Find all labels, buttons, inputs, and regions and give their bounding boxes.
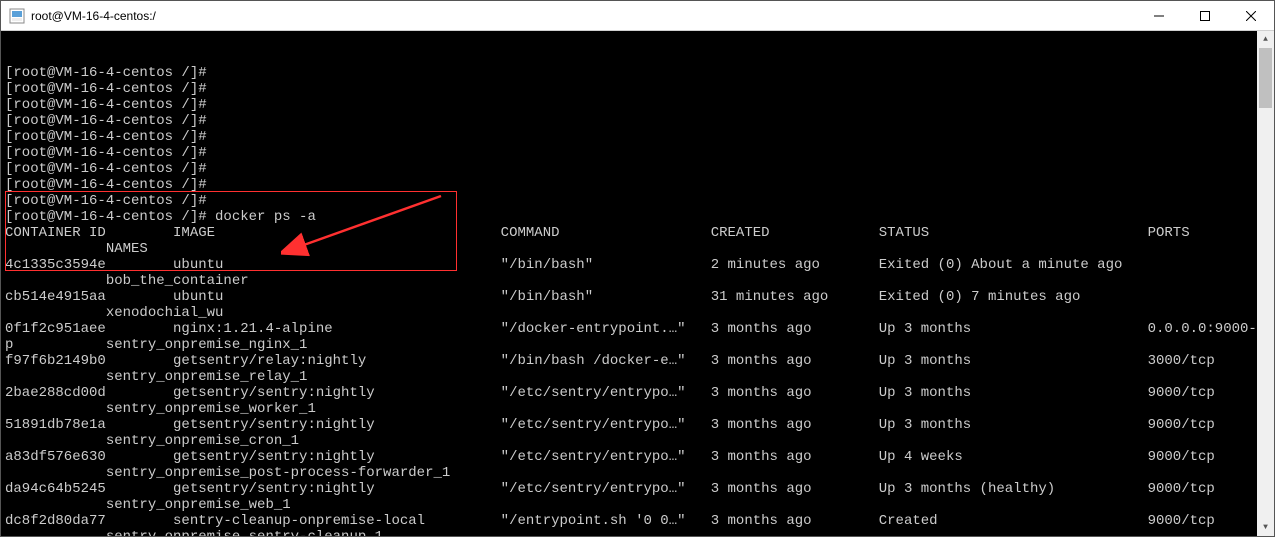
terminal-line: bob_the_container [5, 273, 1270, 289]
titlebar[interactable]: root@VM-16-4-centos:/ [1, 1, 1274, 31]
terminal-output: [root@VM-16-4-centos /]#[root@VM-16-4-ce… [5, 65, 1270, 536]
terminal-line: da94c64b5245 getsentry/sentry:nightly "/… [5, 481, 1270, 497]
scroll-thumb[interactable] [1259, 48, 1272, 108]
terminal-line: [root@VM-16-4-centos /]# [5, 177, 1270, 193]
maximize-button[interactable] [1182, 1, 1228, 31]
terminal-line: [root@VM-16-4-centos /]# [5, 129, 1270, 145]
scroll-up-button[interactable]: ▲ [1257, 31, 1274, 48]
terminal-line: cb514e4915aa ubuntu "/bin/bash" 31 minut… [5, 289, 1270, 305]
terminal-line: a83df576e630 getsentry/sentry:nightly "/… [5, 449, 1270, 465]
terminal-line: [root@VM-16-4-centos /]# [5, 65, 1270, 81]
terminal-line: dc8f2d80da77 sentry-cleanup-onpremise-lo… [5, 513, 1270, 529]
terminal-line: p sentry_onpremise_nginx_1 [5, 337, 1270, 353]
terminal-line: f97f6b2149b0 getsentry/relay:nightly "/b… [5, 353, 1270, 369]
terminal-line: sentry_onpremise_post-process-forwarder_… [5, 465, 1270, 481]
terminal-line: 2bae288cd00d getsentry/sentry:nightly "/… [5, 385, 1270, 401]
terminal-line: [root@VM-16-4-centos /]# [5, 81, 1270, 97]
terminal-line: sentry_onpremise_worker_1 [5, 401, 1270, 417]
terminal-line: 51891db78e1a getsentry/sentry:nightly "/… [5, 417, 1270, 433]
terminal-line: [root@VM-16-4-centos /]# [5, 113, 1270, 129]
terminal-line: xenodochial_wu [5, 305, 1270, 321]
terminal-line: sentry_onpremise_web_1 [5, 497, 1270, 513]
scroll-down-button[interactable]: ▼ [1257, 519, 1274, 536]
terminal-line: NAMES [5, 241, 1270, 257]
close-button[interactable] [1228, 1, 1274, 31]
terminal-line: sentry_onpremise_relay_1 [5, 369, 1270, 385]
terminal-line: [root@VM-16-4-centos /]# [5, 193, 1270, 209]
terminal-line: CONTAINER ID IMAGE COMMAND CREATED STATU… [5, 225, 1270, 241]
window-controls [1136, 1, 1274, 31]
terminal-line: 4c1335c3594e ubuntu "/bin/bash" 2 minute… [5, 257, 1270, 273]
terminal-area[interactable]: [root@VM-16-4-centos /]#[root@VM-16-4-ce… [1, 31, 1274, 536]
window-title: root@VM-16-4-centos:/ [31, 9, 1136, 23]
terminal-line: [root@VM-16-4-centos /]# docker ps -a [5, 209, 1270, 225]
terminal-line: [root@VM-16-4-centos /]# [5, 145, 1270, 161]
terminal-line: sentry_onpremise_sentry-cleanup_1 [5, 529, 1270, 536]
terminal-line: 0f1f2c951aee nginx:1.21.4-alpine "/docke… [5, 321, 1270, 337]
terminal-line: [root@VM-16-4-centos /]# [5, 97, 1270, 113]
app-icon [9, 8, 25, 24]
scrollbar[interactable]: ▲ ▼ [1257, 31, 1274, 536]
terminal-line: sentry_onpremise_cron_1 [5, 433, 1270, 449]
scroll-track[interactable] [1257, 48, 1274, 519]
window-frame: root@VM-16-4-centos:/ [root@VM-16-4-cent… [0, 0, 1275, 537]
terminal-line: [root@VM-16-4-centos /]# [5, 161, 1270, 177]
minimize-button[interactable] [1136, 1, 1182, 31]
